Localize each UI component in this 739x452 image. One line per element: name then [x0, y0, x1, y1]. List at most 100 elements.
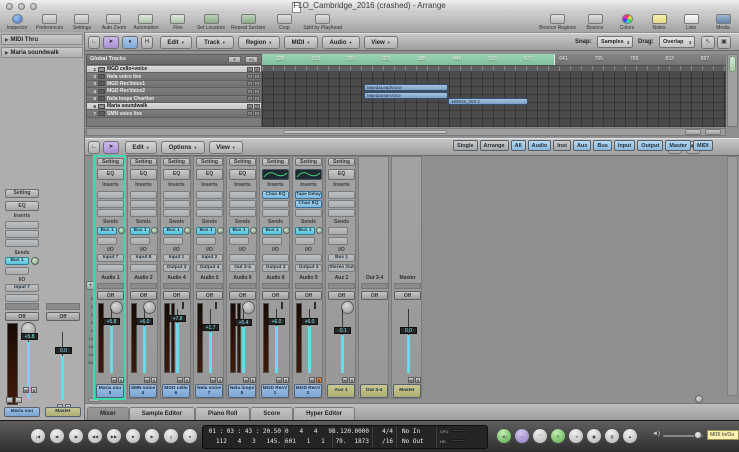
solo-button[interactable]: S [316, 377, 322, 383]
region-maedaleadvoice[interactable]: MaedaLeadVoice [364, 84, 448, 91]
group-slot[interactable] [46, 303, 80, 310]
track-name[interactable]: SMN voice live [107, 111, 247, 117]
send-slot[interactable] [328, 227, 348, 235]
mute-button[interactable]: M [247, 74, 253, 80]
record-icon[interactable]: ● [182, 428, 198, 444]
automation-mode-button[interactable]: Off [229, 291, 256, 300]
automation-mode-button[interactable]: Off [361, 291, 388, 300]
mixer-menu-options[interactable]: Options ▼ [161, 141, 205, 154]
insert-slot[interactable] [97, 209, 124, 217]
toolbar-button-split-by-playhead[interactable]: Split by Playhead [303, 14, 342, 31]
secondary-tool-button[interactable]: ▣ [717, 36, 731, 49]
automation-mode-button[interactable]: Off [295, 291, 322, 300]
track-name[interactable]: MGD RecVoice2 [107, 88, 247, 94]
fader[interactable] [341, 335, 344, 373]
send-slot[interactable]: Bus 1 [163, 227, 183, 235]
mixer-scrollbar[interactable] [727, 156, 738, 396]
solo-mode-icon[interactable]: ▥ [604, 428, 620, 444]
go-to-beginning-icon[interactable]: |◀ [30, 428, 46, 444]
send-slot[interactable] [262, 237, 282, 245]
toolbar-button-crop[interactable]: Crop [271, 14, 297, 31]
send-slot[interactable]: Bus 1 [5, 257, 29, 265]
cycle-icon[interactable]: ↻ [550, 428, 566, 444]
pause-icon[interactable]: || [163, 428, 179, 444]
setting-button[interactable]: Setting [262, 158, 289, 166]
pan-slider[interactable] [182, 302, 184, 309]
group-slot[interactable] [394, 283, 421, 289]
insert-slot[interactable] [262, 209, 289, 217]
strip-name-tag[interactable]: Nela voice 7 [195, 384, 223, 398]
eq-display[interactable]: EQ [97, 169, 124, 180]
send-slot[interactable] [229, 237, 249, 245]
strip-name-tag[interactable]: Out 3-4 [360, 384, 388, 398]
setting-button[interactable]: Setting [130, 158, 157, 166]
insert-slot[interactable] [196, 191, 223, 199]
mute-button[interactable]: M [210, 377, 216, 383]
automation-mode-button[interactable]: Off [5, 312, 39, 321]
setting-button[interactable]: Setting [295, 158, 322, 166]
solo-button[interactable]: S [151, 377, 157, 383]
insert-slot[interactable] [130, 191, 157, 199]
toolbar-button-colors[interactable]: Colors [614, 14, 640, 31]
bar-ruler[interactable]: 129 193 257 321 385 449 513 577 641 705 769 833 897 [262, 54, 726, 66]
strip-name-tag[interactable]: Maria sou 3 [96, 384, 124, 398]
automation-mode-button[interactable]: Off [46, 312, 80, 321]
track-name[interactable]: Nela loops Charlton [107, 96, 247, 102]
track-row-mgd-cello-voice[interactable]: 1 MGD cello+voice M S [87, 66, 261, 74]
cycle-region[interactable] [262, 54, 554, 65]
punch-in-icon[interactable]: ⇥ [568, 428, 584, 444]
lcd-signature[interactable]: 4/4 /16 [373, 426, 397, 448]
inspector-panel-midi-thru[interactable]: ▶ MIDI Thru [1, 34, 83, 45]
add-track-button[interactable]: + [228, 56, 241, 63]
filter-output[interactable]: Output [637, 140, 664, 151]
insert-slot[interactable] [196, 200, 223, 208]
toolbar-button-notes[interactable]: Notes [646, 14, 672, 31]
insert-slot[interactable] [229, 200, 256, 208]
mute-button[interactable]: M [23, 387, 29, 393]
insert-slot[interactable] [328, 191, 355, 199]
insert-slot[interactable] [5, 239, 39, 247]
output-slot[interactable]: Output 3 [262, 264, 289, 272]
pan-slider[interactable] [215, 302, 217, 309]
play-icon[interactable]: ▶ [144, 428, 160, 444]
insert-slot[interactable]: Chan EQ [262, 191, 289, 199]
arrange-grid[interactable]: MaedaLeadVoice MaedaInterVoice 160915_003 … [262, 71, 726, 127]
strip-name-tag[interactable]: Nela loops 5 [228, 384, 256, 398]
mixer-corner-icon[interactable] [695, 395, 703, 403]
input-slot[interactable] [295, 254, 322, 262]
mute-button[interactable]: M [247, 111, 253, 117]
go-to-left-locator-icon[interactable]: ◀• [49, 428, 65, 444]
filter-master[interactable]: Master [665, 140, 692, 151]
automation-mode-button[interactable]: Off [394, 291, 421, 300]
filter-bus[interactable]: Bus [593, 140, 612, 151]
playhead-marker[interactable] [554, 54, 555, 65]
send-slot[interactable]: Bus 1 [229, 227, 249, 235]
send-knob[interactable] [184, 227, 191, 234]
group-slot[interactable] [163, 283, 190, 289]
output-slot[interactable]: Output 3 [163, 264, 190, 272]
input-slot[interactable]: Input 7 [97, 254, 124, 262]
strip-name-tag[interactable]: SMN voice 4 [129, 384, 157, 398]
automation-mode-button[interactable]: Off [196, 291, 223, 300]
output-slot[interactable]: Output 3 [295, 264, 322, 272]
input-slot[interactable]: Bus 1 [328, 254, 355, 262]
eq-display[interactable]: EQ [328, 169, 355, 180]
tab-sample-editor[interactable]: Sample Editor [128, 407, 196, 421]
metronome-icon[interactable]: ▲ [622, 428, 638, 444]
insert-slot[interactable]: Tape Delay [295, 191, 322, 199]
setting-button[interactable]: Setting [196, 158, 223, 166]
setting-button[interactable]: Setting [5, 189, 39, 198]
insert-slot[interactable] [163, 209, 190, 217]
mixer-menu-edit[interactable]: Edit ▼ [125, 141, 157, 154]
strip-name-tag[interactable]: MGD RecV 2 [294, 384, 322, 398]
track-name[interactable]: Maria soundwalk [107, 103, 247, 109]
pointer-tool-icon[interactable]: ➤ [103, 141, 119, 154]
fader[interactable] [61, 356, 64, 400]
automation-mode-button[interactable]: Off [97, 291, 124, 300]
h-zoom-slider[interactable] [685, 129, 701, 135]
setting-button[interactable]: Setting [229, 158, 256, 166]
send-slot[interactable] [130, 237, 150, 245]
region-maedaintervoice[interactable]: MaedaInterVoice [364, 92, 448, 99]
solo-button[interactable]: S [254, 66, 260, 72]
setting-button[interactable]: Setting [163, 158, 190, 166]
